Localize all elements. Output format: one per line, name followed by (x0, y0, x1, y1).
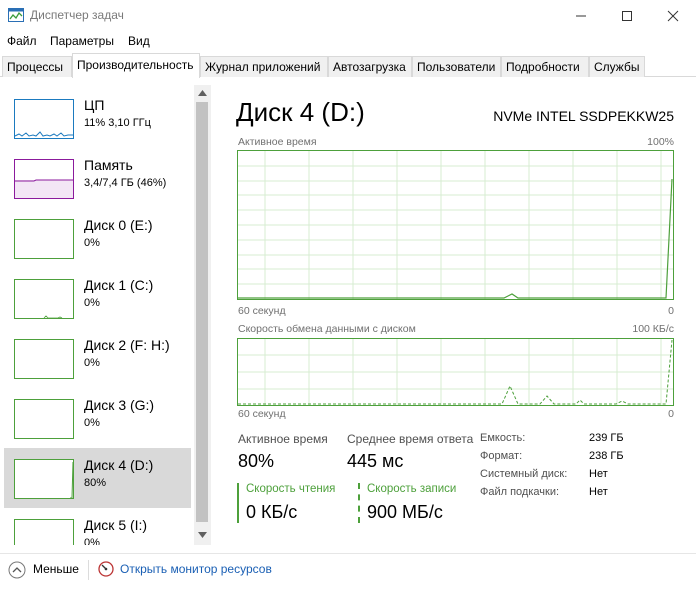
tab-bar: Процессы Производительность Журнал прило… (0, 53, 696, 78)
tab-users[interactable]: Пользователи (412, 56, 501, 77)
sidebar-item-memory[interactable]: Память 3,4/7,4 ГБ (46%) (4, 148, 191, 208)
scroll-down-icon[interactable] (198, 532, 207, 538)
sidebar-item-value: 11% 3,10 ГГц (84, 117, 151, 129)
tab-processes[interactable]: Процессы (2, 56, 72, 77)
page-title: Диск 4 (D:) (236, 97, 365, 127)
close-button[interactable] (650, 0, 696, 31)
system-disk-label: Системный диск: (480, 468, 568, 480)
sidebar-scrollbar[interactable] (194, 85, 211, 545)
capacity-value: 239 ГБ (589, 432, 624, 444)
sidebar-item-value: 3,4/7,4 ГБ (46%) (84, 177, 167, 189)
disk-thumbnail (14, 279, 74, 319)
scroll-up-icon[interactable] (198, 90, 207, 96)
tab-startup[interactable]: Автозагрузка (328, 56, 412, 77)
disk-thumbnail (14, 399, 74, 439)
sidebar-item-disk2[interactable]: Диск 2 (F: H:) 0% (4, 328, 191, 388)
sidebar-item-disk3[interactable]: Диск 3 (G:) 0% (4, 388, 191, 448)
graph2-x-right: 0 (668, 408, 674, 420)
footer-divider (88, 560, 89, 580)
transfer-rate-graph (237, 338, 674, 406)
read-speed-label: Скорость чтения (246, 483, 336, 495)
scrollbar-thumb[interactable] (196, 102, 208, 522)
title-bar: Диспетчер задач (0, 0, 696, 31)
read-speed-value: 0 КБ/с (246, 502, 298, 522)
minimize-icon (576, 15, 586, 17)
tab-performance[interactable]: Производительность (72, 53, 200, 78)
read-speed-indicator (237, 483, 239, 523)
chevron-up-circle-icon[interactable] (8, 561, 26, 579)
memory-thumbnail (14, 159, 74, 199)
sidebar-item-disk5[interactable]: Диск 5 (I:) 0% (4, 508, 191, 545)
sidebar-item-label: Диск 1 (C:) (84, 277, 154, 293)
graph1-label: Активное время (238, 136, 317, 148)
system-disk-value: Нет (589, 468, 608, 480)
sidebar-item-label: Память (84, 157, 133, 173)
minimize-button[interactable] (558, 0, 604, 31)
graph2-label: Скорость обмена данными с диском (238, 323, 416, 335)
menu-options[interactable]: Параметры (50, 34, 114, 48)
footer: Меньше Открыть монитор ресурсов (0, 553, 696, 590)
tab-details[interactable]: Подробности (501, 56, 589, 77)
tab-app-history[interactable]: Журнал приложений (200, 56, 328, 77)
response-time-value: 445 мс (347, 451, 404, 471)
active-time-value: 80% (238, 451, 275, 471)
format-label: Формат: (480, 450, 523, 462)
sidebar-item-label: ЦП (84, 97, 105, 113)
active-time-graph (237, 150, 674, 300)
sidebar-item-label: Диск 5 (I:) (84, 517, 148, 533)
maximize-icon (622, 11, 632, 21)
maximize-button[interactable] (604, 0, 650, 31)
window-title: Диспетчер задач (30, 8, 124, 22)
sidebar-item-label: Диск 0 (E:) (84, 217, 153, 233)
sidebar-item-value: 0% (84, 297, 100, 309)
menu-bar: Файл Параметры Вид (0, 31, 696, 51)
page-file-value: Нет (589, 486, 608, 498)
sidebar-item-value: 0% (84, 537, 100, 545)
sidebar-item-label: Диск 2 (F: H:) (84, 337, 170, 353)
resource-sidebar: ЦП 11% 3,10 ГГц Память 3,4/7,4 ГБ (46%) … (0, 85, 212, 545)
transfer-rate-chart (238, 339, 673, 405)
active-time-chart (238, 151, 673, 299)
disk-thumbnail (14, 219, 74, 259)
sidebar-item-value: 80% (84, 477, 107, 489)
open-resource-monitor-link[interactable]: Открыть монитор ресурсов (120, 562, 272, 576)
graph1-x-right: 0 (668, 305, 674, 317)
sidebar-item-label: Диск 3 (G:) (84, 397, 155, 413)
sidebar-item-cpu[interactable]: ЦП 11% 3,10 ГГц (4, 88, 191, 148)
close-icon (667, 10, 679, 22)
task-manager-icon (8, 8, 24, 22)
sidebar-item-value: 0% (84, 357, 100, 369)
sidebar-item-disk0[interactable]: Диск 0 (E:) 0% (4, 208, 191, 268)
disk-thumbnail (14, 519, 74, 545)
format-value: 238 ГБ (589, 450, 624, 462)
disk-model: NVMe INTEL SSDPEKKW25 (493, 108, 674, 124)
write-speed-value: 900 МБ/с (367, 502, 443, 522)
sidebar-item-value: 0% (84, 417, 100, 429)
write-speed-label: Скорость записи (367, 483, 457, 495)
menu-file[interactable]: Файл (7, 34, 37, 48)
active-time-label: Активное время (238, 432, 328, 446)
fewer-details-button[interactable]: Меньше (33, 562, 79, 576)
graph2-x-left: 60 секунд (238, 408, 286, 420)
menu-view[interactable]: Вид (128, 34, 150, 48)
capacity-label: Емкость: (480, 432, 526, 444)
write-speed-indicator (358, 483, 360, 523)
graph1-x-left: 60 секунд (238, 305, 286, 317)
graph2-max: 100 КБ/с (632, 323, 674, 335)
response-time-label: Среднее время ответа (347, 432, 474, 446)
disk-thumbnail (14, 459, 74, 499)
sidebar-item-value: 0% (84, 237, 100, 249)
resource-monitor-icon (98, 561, 114, 577)
cpu-thumbnail (14, 99, 74, 139)
tab-services[interactable]: Службы (589, 56, 645, 77)
sidebar-item-disk4[interactable]: Диск 4 (D:) 80% (4, 448, 191, 508)
disk-thumbnail (14, 339, 74, 379)
sidebar-item-label: Диск 4 (D:) (84, 457, 154, 473)
page-file-label: Файл подкачки: (480, 486, 560, 498)
sidebar-item-disk1[interactable]: Диск 1 (C:) 0% (4, 268, 191, 328)
graph1-max: 100% (647, 136, 674, 148)
